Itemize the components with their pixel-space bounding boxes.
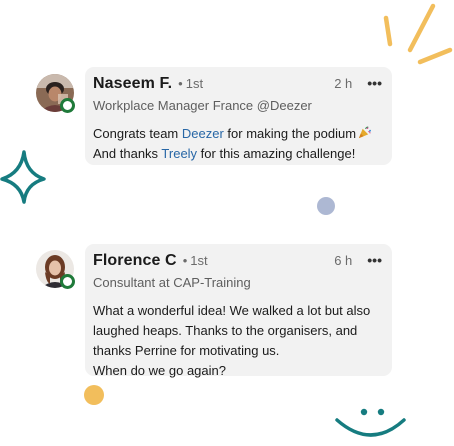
- author-headline: Consultant at CAP-Training: [93, 275, 251, 290]
- separator-dot: •: [182, 253, 188, 268]
- mention-link-deezer[interactable]: Deezer: [182, 126, 224, 141]
- more-options-button[interactable]: •••: [367, 76, 382, 90]
- comment-line: Congrats team Deezer for making the podi…: [93, 124, 382, 144]
- blue-dot-decoration: [317, 197, 335, 215]
- yellow-dot-decoration: [84, 385, 104, 405]
- comment-line: And thanks Treely for this amazing chall…: [93, 144, 382, 164]
- comment-text: Congrats team Deezer for making the podi…: [93, 124, 382, 164]
- connection-degree: 1st: [185, 76, 204, 91]
- comment-header: Naseem F. • 1st 2 h •••: [93, 75, 382, 95]
- avatar-naseem[interactable]: [36, 74, 75, 113]
- comment-text: What a wonderful idea! We walked a lot b…: [93, 301, 382, 381]
- text-segment: Congrats team: [93, 126, 182, 141]
- party-popper-icon: [358, 126, 372, 139]
- comment-card: Florence C • 1st 6 h ••• Consultant at C…: [85, 244, 392, 378]
- text-segment: for this amazing challenge!: [197, 146, 356, 161]
- separator-dot: •: [178, 76, 183, 91]
- text-segment: for making the podium: [223, 126, 357, 141]
- smiley-decoration: [335, 408, 406, 437]
- author-name[interactable]: Naseem F.: [93, 75, 172, 93]
- online-status-icon: [60, 98, 75, 113]
- avatar-florence[interactable]: [36, 250, 75, 289]
- mention-link-treely[interactable]: Treely: [161, 146, 197, 161]
- comment-line: What a wonderful idea! We walked a lot b…: [93, 303, 371, 318]
- more-options-button[interactable]: •••: [367, 253, 382, 267]
- comment-line: thanks Perrine for motivating us.: [93, 343, 280, 358]
- comment-line: laughed heaps. Thanks to the organisers,…: [93, 323, 358, 338]
- timestamp: 6 h: [334, 253, 353, 268]
- online-status-icon: [60, 274, 75, 289]
- author-headline: Workplace Manager France @Deezer: [93, 98, 312, 113]
- author-name[interactable]: Florence C: [93, 252, 177, 270]
- connection-degree: 1st: [190, 253, 208, 268]
- burst-lines-decoration: [383, 3, 453, 65]
- comment-header: Florence C • 1st 6 h •••: [93, 252, 382, 272]
- text-segment: And thanks: [93, 146, 162, 161]
- timestamp: 2 h: [334, 76, 353, 91]
- sparkle-decoration: [0, 150, 46, 204]
- comment-line: When do we go again?: [93, 363, 226, 378]
- comment-card: Naseem F. • 1st 2 h ••• Workplace Manage…: [85, 67, 392, 165]
